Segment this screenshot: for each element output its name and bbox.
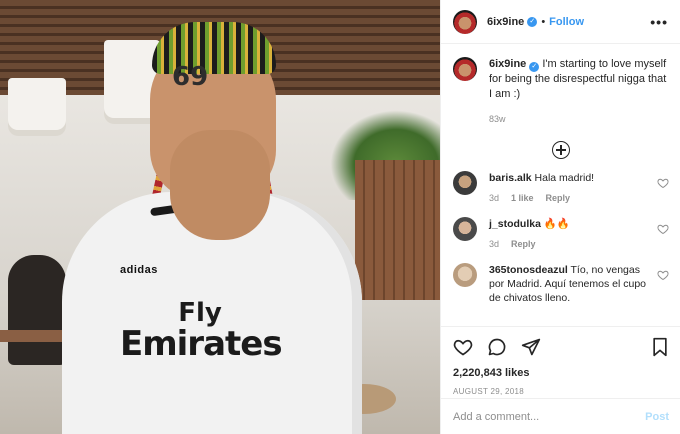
more-options-icon[interactable]: ••• (650, 14, 668, 30)
comment-meta: 3d 1 like Reply (489, 191, 657, 205)
comment-username[interactable]: j_stodulka (489, 218, 541, 230)
verified-badge-icon: ✓ (529, 62, 540, 72)
comment-body: baris.alk Hala madrid! 3d 1 like Reply (489, 171, 657, 205)
commenter-avatar[interactable] (453, 171, 477, 195)
comment-likes[interactable]: 1 like (511, 191, 534, 205)
load-more-comments (453, 141, 669, 159)
reply-button[interactable]: Reply (546, 191, 571, 205)
follow-button[interactable]: Follow (549, 16, 584, 28)
comment-item: baris.alk Hala madrid! 3d 1 like Reply (453, 171, 669, 205)
photo-jersey-brand: adidas (120, 264, 158, 276)
photo-jersey-line1: Fly (178, 298, 222, 328)
post-caption: 6ix9ine ✓ I'm starting to love myself for… (453, 57, 669, 127)
comment-meta: 3d Reply (489, 237, 657, 251)
bookmark-icon[interactable] (651, 337, 669, 357)
heart-icon[interactable] (657, 223, 669, 235)
post-photo[interactable]: adidas Fly Emirates 69 (0, 0, 440, 434)
photo-table (0, 330, 70, 342)
comment-time[interactable]: 3d (489, 191, 499, 205)
reply-button[interactable]: Reply (511, 237, 536, 251)
heart-icon[interactable] (453, 337, 473, 357)
caption-avatar[interactable] (453, 57, 477, 81)
post-date[interactable]: AUGUST 29, 2018 (453, 387, 669, 396)
photo-jersey-line2: Emirates (120, 324, 283, 365)
photo-lamp (8, 78, 66, 136)
add-comment-bar: Post (441, 398, 680, 434)
comment-text: Hala madrid! (534, 172, 595, 184)
comment-icon[interactable] (487, 337, 507, 357)
comment-item: 365tonosdeazul Tío, no vengas por Madrid… (453, 263, 669, 305)
post-header: 6ix9ine ✓ • Follow ••• (441, 0, 680, 44)
photo-hand (170, 130, 270, 240)
comment-item: j_stodulka 🔥🔥 3d Reply (453, 217, 669, 251)
photo-jersey-sponsor: Fly Emirates (120, 298, 283, 365)
photo-hair (152, 22, 276, 74)
comment-body: j_stodulka 🔥🔥 3d Reply (489, 217, 657, 251)
heart-icon[interactable] (657, 269, 669, 281)
photo-background-person (8, 255, 66, 365)
plus-circle-icon[interactable] (552, 141, 570, 159)
share-icon[interactable] (521, 337, 541, 357)
instagram-post-modal: adidas Fly Emirates 69 6ix9ine ✓ • Follo… (0, 0, 680, 434)
post-side-panel: 6ix9ine ✓ • Follow ••• 6ix9ine ✓ I'm star… (440, 0, 680, 434)
post-actions: 2,220,843 likes AUGUST 29, 2018 (441, 326, 680, 396)
photo-wood-slats (355, 160, 440, 300)
comments-list[interactable]: 6ix9ine ✓ I'm starting to love myself for… (441, 45, 680, 325)
comment-username[interactable]: 365tonosdeazul (489, 264, 568, 276)
author-username[interactable]: 6ix9ine (487, 16, 524, 28)
comment-text: 🔥🔥 (543, 218, 571, 230)
caption-body: 6ix9ine ✓ I'm starting to love myself for… (489, 57, 669, 127)
caption-time[interactable]: 83w (489, 112, 669, 127)
post-comment-button[interactable]: Post (645, 411, 669, 423)
photo-face-tattoo: 69 (172, 62, 209, 92)
author-avatar[interactable] (453, 9, 477, 34)
commenter-avatar[interactable] (453, 217, 477, 241)
add-comment-input[interactable] (453, 410, 646, 423)
verified-badge-icon: ✓ (527, 16, 538, 27)
commenter-avatar[interactable] (453, 263, 477, 287)
comment-time[interactable]: 3d (489, 237, 499, 251)
like-count[interactable]: 2,220,843 likes (453, 367, 669, 379)
heart-icon[interactable] (657, 177, 669, 189)
action-icons (453, 335, 669, 359)
caption-username[interactable]: 6ix9ine (489, 58, 526, 70)
comment-body: 365tonosdeazul Tío, no vengas por Madrid… (489, 263, 657, 305)
separator-dot: • (541, 15, 546, 28)
comment-username[interactable]: baris.alk (489, 172, 532, 184)
